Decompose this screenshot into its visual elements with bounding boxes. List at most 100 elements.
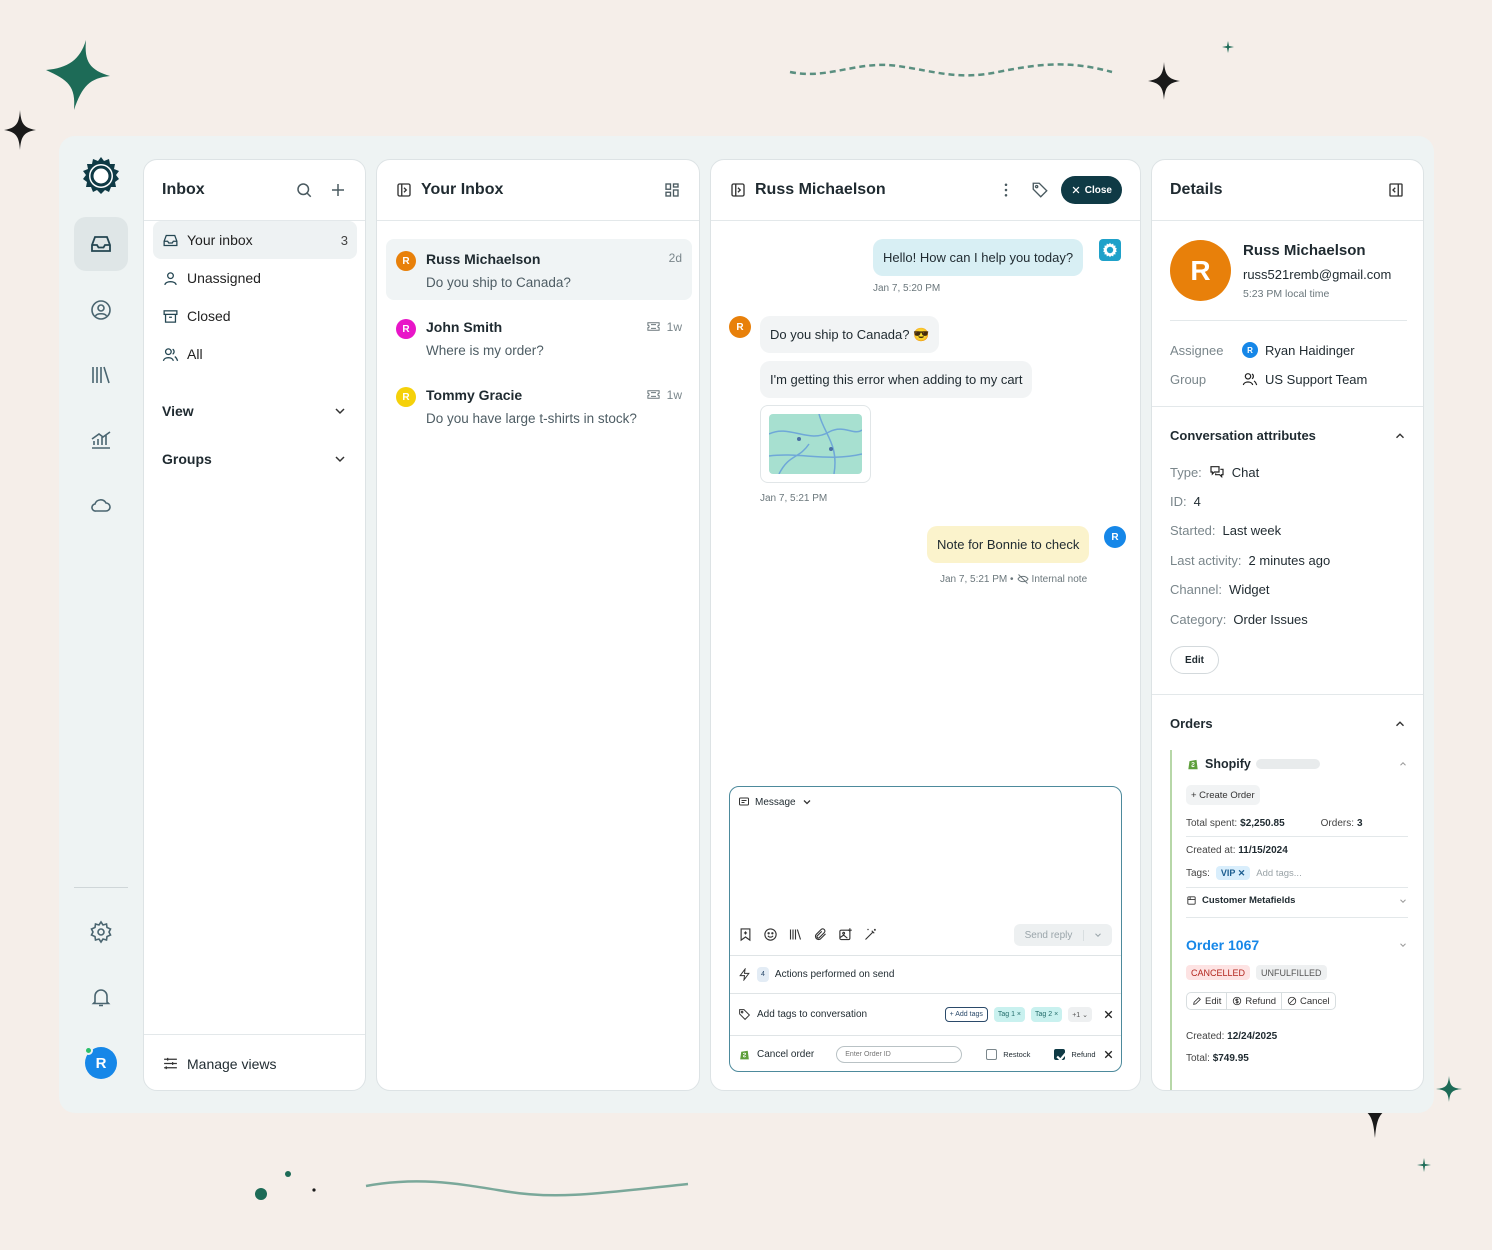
attribute-row: Last activity: 2 minutes ago bbox=[1170, 553, 1330, 568]
nav-item-all[interactable]: All bbox=[153, 335, 357, 373]
collapse-panel-icon[interactable] bbox=[729, 181, 747, 199]
manage-views-button[interactable]: Manage views bbox=[144, 1034, 365, 1090]
send-reply-button[interactable]: Send reply bbox=[1014, 924, 1112, 946]
shopify-header[interactable]: Shopify bbox=[1186, 757, 1408, 771]
more-vertical-icon[interactable] bbox=[997, 181, 1015, 199]
refund-checkbox[interactable] bbox=[1054, 1049, 1068, 1062]
nav-item-your-inbox[interactable]: Your inbox 3 bbox=[153, 221, 357, 259]
chevron-down-icon bbox=[803, 800, 811, 805]
bot-avatar-icon bbox=[1099, 239, 1121, 261]
add-tags-label: Add tags to conversation bbox=[757, 1009, 868, 1020]
customer-metafields-toggle[interactable]: Customer Metafields bbox=[1186, 895, 1408, 906]
contact-avatar: R bbox=[1170, 240, 1231, 301]
conversation-snippet: Where is my order? bbox=[426, 343, 544, 358]
users-icon bbox=[162, 347, 179, 361]
conversation-snippet: Do you have large t-shirts in stock? bbox=[426, 411, 637, 426]
assignee-row[interactable]: Assignee R Ryan Haidinger bbox=[1170, 342, 1355, 358]
collapse-sidebar-icon[interactable] bbox=[1387, 181, 1405, 199]
nav-item-unassigned[interactable]: Unassigned bbox=[153, 259, 357, 297]
conversation-item[interactable]: R Tommy Gracie Do you have large t-shirt… bbox=[386, 375, 692, 436]
order-edit-label: Edit bbox=[1205, 995, 1222, 1007]
divider bbox=[1186, 836, 1408, 837]
search-icon[interactable] bbox=[295, 181, 313, 199]
magic-wand-icon[interactable] bbox=[863, 927, 878, 942]
add-tags-button[interactable]: + Add tags bbox=[944, 1007, 988, 1022]
divider bbox=[1186, 887, 1408, 888]
more-tags-dropdown[interactable]: +1 ⌄ bbox=[1068, 1007, 1092, 1022]
conversation-list-title: Your Inbox bbox=[421, 181, 504, 198]
view-section-label: View bbox=[162, 403, 194, 419]
reply-composer[interactable]: Message Send reply 4 Actions performed o… bbox=[729, 786, 1122, 1072]
customer-metafields-label: Customer Metafields bbox=[1202, 895, 1296, 906]
rail-contacts-button[interactable] bbox=[74, 283, 128, 337]
restock-checkbox[interactable] bbox=[986, 1049, 998, 1060]
rail-cloud-button[interactable] bbox=[74, 478, 128, 532]
chevron-up-icon bbox=[1396, 432, 1404, 438]
orders-toggle[interactable]: Orders bbox=[1170, 716, 1407, 731]
inbox-nav-header: Inbox bbox=[144, 160, 365, 221]
vip-tag-chip[interactable]: VIP ✕ bbox=[1215, 866, 1251, 880]
message-timestamp: Jan 7, 5:21 PM bbox=[760, 493, 828, 504]
created-at-label: Created at: bbox=[1186, 845, 1236, 856]
assignee-avatar: R bbox=[1242, 342, 1258, 358]
rail-library-button[interactable] bbox=[74, 348, 128, 402]
attribute-label: ID: bbox=[1170, 494, 1187, 509]
sparkle-decoration-icon bbox=[1417, 1158, 1431, 1172]
dollar-circle-icon bbox=[1233, 996, 1242, 1006]
rail-notifications-button[interactable] bbox=[74, 970, 128, 1024]
collapse-panel-icon[interactable] bbox=[395, 181, 413, 199]
order-refund-button[interactable]: Refund bbox=[1227, 992, 1283, 1010]
user-avatar[interactable]: R bbox=[84, 1046, 117, 1079]
internal-note-label: Internal note bbox=[1031, 573, 1088, 585]
tag-icon[interactable] bbox=[1031, 181, 1049, 199]
conversation-item[interactable]: R Russ Michaelson Do you ship to Canada?… bbox=[386, 239, 692, 300]
library-icon[interactable] bbox=[788, 927, 803, 942]
attribute-label: Started: bbox=[1170, 523, 1216, 538]
bookmark-icon[interactable] bbox=[738, 927, 753, 942]
paperclip-icon[interactable] bbox=[813, 927, 828, 942]
create-order-button[interactable]: + Create Order bbox=[1186, 785, 1260, 805]
close-icon[interactable] bbox=[1102, 1008, 1115, 1021]
order-id-input[interactable] bbox=[836, 1046, 963, 1063]
view-section-toggle[interactable]: View bbox=[162, 403, 348, 419]
order-header[interactable]: Order 1067 bbox=[1186, 937, 1408, 953]
groups-section-toggle[interactable]: Groups bbox=[162, 451, 348, 467]
attribute-label: Last activity: bbox=[1170, 553, 1242, 568]
attribute-row: Channel: Widget bbox=[1170, 582, 1270, 597]
rail-settings-button[interactable] bbox=[74, 905, 128, 959]
image-add-icon[interactable] bbox=[838, 927, 853, 942]
add-tags-input[interactable]: Add tags... bbox=[1256, 868, 1301, 879]
emoji-icon[interactable] bbox=[763, 927, 778, 942]
map-image-attachment[interactable] bbox=[760, 405, 871, 483]
conversation-item[interactable]: R John Smith Where is my order? 1w bbox=[386, 307, 692, 368]
rail-reports-button[interactable] bbox=[74, 413, 128, 467]
orders-section: Shopify + Create Order Total spent: $2,2… bbox=[1170, 750, 1408, 1090]
divider bbox=[1152, 406, 1423, 407]
order-cancel-button[interactable]: Cancel bbox=[1282, 992, 1336, 1010]
message-mode-dropdown[interactable]: Message bbox=[738, 796, 813, 808]
conversation-snippet: Do you ship to Canada? bbox=[426, 275, 571, 290]
rail-inbox-button[interactable] bbox=[74, 217, 128, 271]
plus-icon[interactable] bbox=[329, 181, 347, 199]
tags-row: Tags: VIP ✕ Add tags... bbox=[1186, 866, 1302, 880]
library-icon bbox=[92, 366, 110, 384]
edit-attributes-button[interactable]: Edit bbox=[1170, 646, 1219, 674]
actions-label: Actions performed on send bbox=[774, 969, 895, 980]
order-total-value: $749.95 bbox=[1212, 1053, 1249, 1064]
contact-email[interactable]: russ521remb@gmail.com bbox=[1243, 267, 1391, 282]
layout-grid-icon[interactable] bbox=[663, 181, 681, 199]
eye-off-icon bbox=[1016, 574, 1029, 584]
attribute-value: 4 bbox=[1193, 494, 1201, 509]
close-conversation-button[interactable]: Close bbox=[1060, 176, 1122, 204]
tag-chip[interactable]: Tag 2 × bbox=[1031, 1007, 1063, 1022]
close-icon[interactable] bbox=[1102, 1048, 1115, 1061]
conversation-attributes-toggle[interactable]: Conversation attributes bbox=[1170, 428, 1407, 443]
metafields-icon bbox=[1187, 896, 1196, 905]
group-row[interactable]: Group US Support Team bbox=[1170, 371, 1367, 387]
sliders-icon bbox=[164, 1057, 177, 1070]
order-edit-button[interactable]: Edit bbox=[1186, 992, 1228, 1010]
orders-count-label: Orders: bbox=[1320, 818, 1354, 829]
nav-item-closed[interactable]: Closed bbox=[153, 297, 357, 335]
tag-chip[interactable]: Tag 1 × bbox=[993, 1007, 1026, 1022]
send-options-dropdown[interactable] bbox=[1084, 930, 1112, 940]
